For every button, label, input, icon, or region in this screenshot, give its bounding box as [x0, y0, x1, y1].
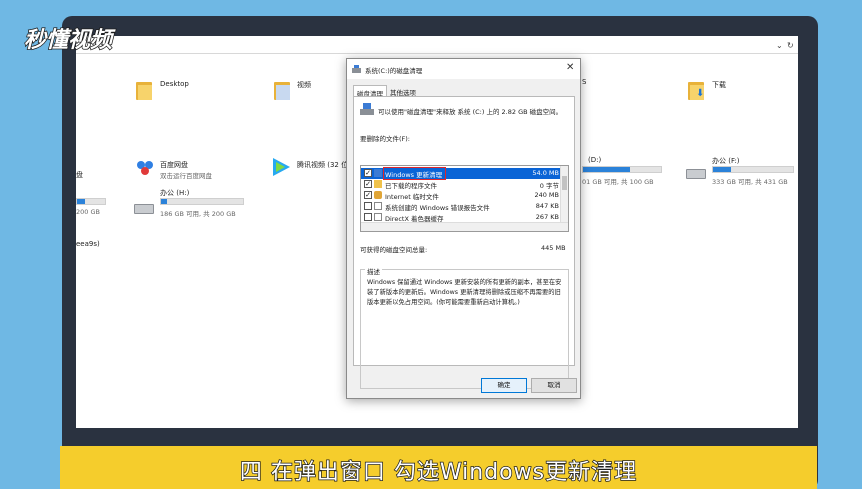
drive-d-label[interactable]: (D:) — [588, 156, 601, 164]
folder-downloads-label[interactable]: 下载 — [712, 80, 726, 90]
file-size: 54.0 MB — [532, 169, 559, 177]
dialog-title: 系统(C:)的磁盘清理 — [365, 67, 423, 75]
download-arrow-icon: ⬇ — [696, 88, 705, 99]
document-icon — [374, 213, 382, 221]
drive-d-usage-fill — [583, 167, 630, 172]
checkbox[interactable]: ✓ — [364, 169, 372, 177]
hard-drive-icon[interactable] — [686, 169, 706, 179]
checkbox[interactable] — [364, 202, 372, 210]
app-baidu-subtitle: 双击运行百度网盘 — [160, 172, 212, 180]
dialog-titlebar[interactable]: 系统(C:)的磁盘清理 ✕ — [347, 59, 580, 79]
lock-icon — [374, 191, 382, 199]
ok-button[interactable]: 确定 — [481, 378, 527, 393]
list-item[interactable]: ✓ Internet 临时文件 240 MB — [361, 190, 561, 201]
files-to-delete-label: 要删除的文件(F): — [360, 135, 411, 143]
file-size: 240 MB — [534, 191, 559, 199]
close-icon[interactable]: ✕ — [566, 62, 574, 73]
file-name: 已下载的程序文件 — [385, 182, 437, 190]
drive-h-usage-bar — [160, 198, 244, 205]
folder-videos-label[interactable]: 视频 — [297, 80, 311, 90]
app-tencent-label[interactable]: 腾讯视频 (32 位 — [297, 160, 348, 170]
drive-fragment-info: 200 GB — [76, 208, 100, 216]
total-space-value: 445 MB — [541, 244, 566, 252]
caption-banner: 四 在弹出窗口 勾选Windows更新清理 — [60, 446, 817, 489]
drive-h-usage-fill — [161, 199, 167, 204]
checkbox[interactable]: ✓ — [364, 191, 372, 199]
file-name: 系统创建的 Windows 错误报告文件 — [385, 204, 490, 212]
disk-cleanup-icon — [352, 65, 361, 73]
folder-icon[interactable] — [274, 80, 290, 100]
file-size: 267 KB — [535, 213, 559, 221]
hard-drive-icon[interactable] — [134, 204, 154, 214]
brand-logo: 秒懂视频 — [23, 27, 113, 54]
drive-d-info: 01 GB 可用, 共 100 GB — [582, 178, 654, 186]
drive-fragment-label: 盘 — [76, 171, 83, 179]
checkbox[interactable] — [364, 213, 372, 221]
caption-text: 四 在弹出窗口 勾选Windows更新清理 — [239, 459, 638, 486]
drive-fragment-bar — [76, 198, 106, 205]
folder-desktop-label[interactable]: Desktop — [160, 80, 189, 88]
disk-cleanup-dialog: 系统(C:)的磁盘清理 ✕ 磁盘清理 其他选项 可以使用"磁盘清理"来释放 系统… — [346, 58, 581, 399]
address-bar[interactable]: ⌄ ↻ — [76, 40, 798, 54]
file-size: 847 KB — [535, 202, 559, 210]
vertical-scrollbar[interactable] — [560, 166, 568, 223]
description-text: Windows 保留通过 Windows 更新安装的所有更新的副本，甚至在安装了… — [367, 279, 562, 306]
folder-fragment-label: S — [582, 78, 587, 86]
folder-icon — [374, 180, 382, 188]
checkbox[interactable]: ✓ — [364, 180, 372, 188]
network-fragment-label: eea9s) — [76, 240, 100, 248]
drive-f-usage-fill — [713, 167, 732, 172]
drive-f-info: 333 GB 可用, 共 431 GB — [712, 178, 788, 186]
drive-d-usage-bar — [582, 166, 662, 173]
cleanup-panel: 可以使用"磁盘清理"来释放 系统 (C:) 上的 2.82 GB 磁盘空间。 要… — [353, 96, 575, 389]
drive-h-label[interactable]: 办公 (H:) — [160, 188, 189, 198]
file-size: 0 字节 — [539, 182, 559, 190]
description-caption: 描述 — [365, 266, 382, 276]
chevron-down-icon[interactable]: ⌄ — [776, 41, 783, 50]
document-icon — [374, 202, 382, 210]
file-name: Internet 临时文件 — [385, 193, 439, 201]
drive-f-label[interactable]: 办公 (F:) — [712, 156, 740, 166]
description-box: 描述 Windows 保留通过 Windows 更新安装的所有更新的副本，甚至在… — [360, 266, 569, 389]
windows-update-icon — [374, 169, 382, 177]
refresh-icon[interactable]: ↻ — [787, 41, 794, 50]
files-to-delete-list[interactable]: ✓ Windows 更新清理 54.0 MB ✓ 已下载的程序文件 0 字节 ✓… — [360, 165, 569, 232]
list-item[interactable]: 系统创建的 Windows 错误报告文件 847 KB — [361, 201, 561, 212]
list-item[interactable]: ✓ 已下载的程序文件 0 字节 — [361, 179, 561, 190]
cancel-button[interactable]: 取消 — [531, 378, 577, 393]
drive-h-info: 186 GB 可用, 共 200 GB — [160, 210, 236, 218]
folder-icon[interactable] — [136, 80, 152, 100]
cleanup-intro-text: 可以使用"磁盘清理"来释放 系统 (C:) 上的 2.82 GB 磁盘空间。 — [378, 108, 563, 116]
baidu-netdisk-icon[interactable] — [136, 160, 154, 176]
app-baidu-label[interactable]: 百度网盘 — [160, 160, 188, 170]
total-space-label: 可获得的磁盘空间总量: — [360, 246, 428, 254]
list-item[interactable]: ✓ Windows 更新清理 54.0 MB — [361, 167, 561, 180]
tencent-video-icon[interactable] — [270, 156, 292, 178]
drive-f-usage-bar — [712, 166, 794, 173]
horizontal-scrollbar[interactable] — [361, 222, 568, 231]
drive-cleanup-icon — [360, 103, 374, 115]
